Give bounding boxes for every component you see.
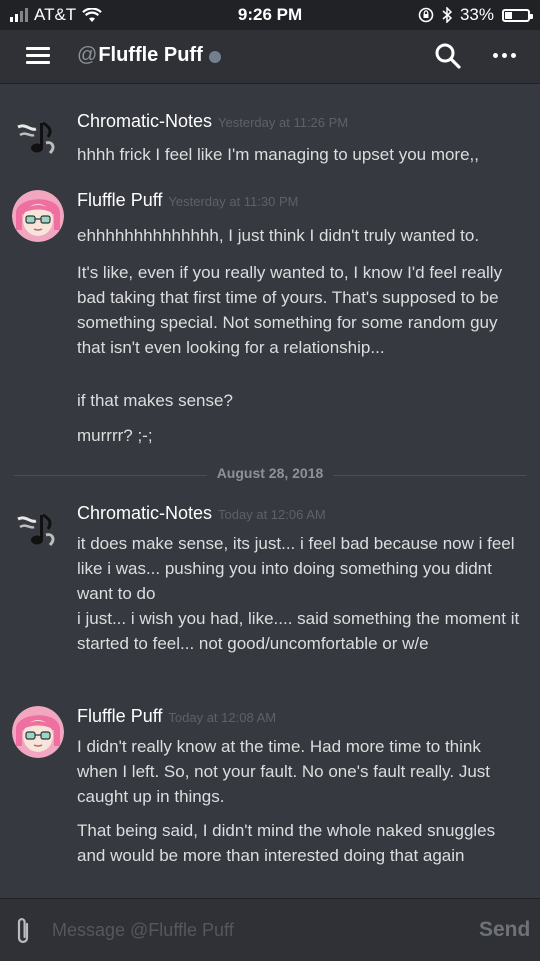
menu-icon[interactable]	[26, 47, 50, 65]
message-text: I didn't really know at the time. Had mo…	[77, 737, 491, 806]
chat-header: @ Fluffle Puff	[0, 30, 540, 84]
message-meta: Chromatic-Notes Today at 12:06 AM	[77, 503, 326, 524]
status-bar: AT&T 9:26 PM 33%	[0, 0, 540, 30]
channel-name: Fluffle Puff	[98, 44, 203, 66]
message-meta: Chromatic-Notes Yesterday at 11:26 PM	[77, 111, 348, 132]
message-input[interactable]	[50, 915, 454, 945]
message-text: hhhh frick I feel like I'm managing to u…	[77, 145, 479, 164]
avatar[interactable]	[12, 113, 64, 165]
message-list[interactable]: Chromatic-Notes Yesterday at 11:26 PM hhh…	[0, 84, 540, 898]
timestamp: Yesterday at 11:26 PM	[218, 115, 349, 130]
music-note-avatar-icon	[12, 505, 64, 557]
message-composer: Send	[0, 898, 540, 961]
bluetooth-icon	[442, 7, 452, 23]
author-name[interactable]: Chromatic-Notes	[77, 111, 212, 131]
channel-title: @ Fluffle Puff	[77, 44, 221, 67]
message-meta: Fluffle Puff Today at 12:08 AM	[77, 706, 276, 727]
message-text: That being said, I didn't mind the whole…	[77, 821, 496, 865]
message-text: murrrr? ;-;	[77, 426, 153, 445]
attachment-icon[interactable]	[14, 916, 32, 946]
orientation-lock-icon	[418, 7, 434, 23]
date-divider-label: August 28, 2018	[206, 465, 334, 481]
music-note-avatar-icon	[12, 113, 64, 165]
avatar[interactable]	[12, 505, 64, 557]
pink-hair-avatar-icon	[12, 706, 64, 758]
presence-status-icon	[208, 50, 221, 63]
timestamp: Today at 12:06 AM	[218, 507, 326, 522]
battery-percent: 33%	[459, 5, 494, 24]
avatar[interactable]	[12, 190, 64, 242]
message-meta: Fluffle Puff Yesterday at 11:30 PM	[77, 190, 298, 211]
message-text: it does make sense, its just... i feel b…	[77, 534, 520, 653]
message-text: It's like, even if you really wanted to,…	[77, 263, 503, 357]
battery-icon	[502, 8, 533, 22]
date-divider: August 28, 2018	[14, 465, 526, 485]
pink-hair-avatar-icon	[12, 190, 64, 242]
message-text: if that makes sense?	[77, 391, 233, 410]
at-symbol: @	[77, 44, 98, 66]
timestamp: Yesterday at 11:30 PM	[168, 194, 299, 209]
search-icon[interactable]	[434, 42, 462, 70]
more-icon[interactable]	[493, 53, 516, 58]
timestamp: Today at 12:08 AM	[168, 710, 277, 725]
author-name[interactable]: Fluffle Puff	[77, 706, 162, 726]
send-button[interactable]: Send	[479, 918, 530, 942]
author-name[interactable]: Fluffle Puff	[77, 190, 162, 210]
avatar[interactable]	[12, 706, 64, 758]
author-name[interactable]: Chromatic-Notes	[77, 503, 212, 523]
message-text: ehhhhhhhhhhhhhh, I just think I didn't t…	[77, 226, 480, 245]
